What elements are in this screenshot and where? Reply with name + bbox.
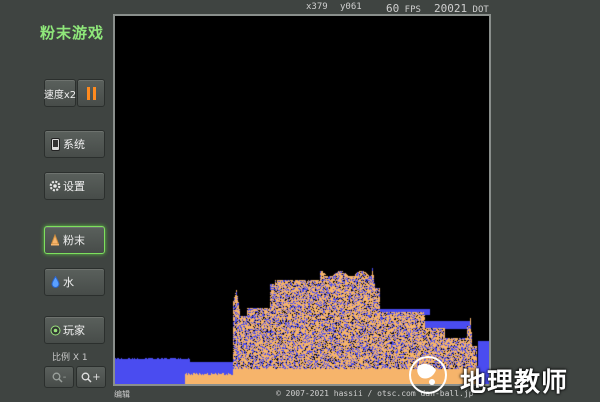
x-readout: x379 [306, 2, 328, 12]
gear-icon [49, 179, 61, 193]
pause-button[interactable] [77, 79, 105, 107]
player-button[interactable]: 玩家 [44, 316, 105, 344]
zoom-out-button[interactable]: - [44, 366, 74, 388]
pause-icon [86, 86, 96, 100]
system-label: 系统 [63, 138, 85, 151]
magnifier-minus-icon [52, 372, 63, 383]
powder-label: 粉末 [63, 234, 85, 247]
watermark-text: 地理教师 [460, 368, 569, 398]
player-icon [49, 323, 61, 337]
water-drop-icon [49, 275, 61, 289]
system-button[interactable]: 系统 [44, 130, 105, 158]
settings-button[interactable]: 设置 [44, 172, 105, 200]
speed-label: 速度x2 [43, 89, 77, 101]
edit-label[interactable]: 编辑 [114, 389, 130, 400]
bell-powder-icon [49, 233, 61, 247]
water-label: 水 [63, 276, 74, 289]
sidebar: 粉末游戏 速度x2 系统 设置 粉末 水 玩家 比例 X 1 - + [0, 0, 112, 400]
scale-label: 比例 X 1 [52, 353, 88, 363]
magnifier-plus-icon [81, 372, 92, 383]
speed-button[interactable]: 速度x2 [44, 79, 76, 107]
watermark-logo-icon [409, 356, 447, 394]
simulation-canvas[interactable] [115, 16, 489, 384]
zoom-out-label: - [62, 371, 67, 383]
simulation-canvas-frame[interactable] [113, 14, 491, 386]
watermark: 地理教师 [398, 352, 598, 398]
powder-button[interactable]: 粉末 [44, 226, 105, 254]
settings-label: 设置 [63, 180, 85, 193]
player-label: 玩家 [63, 324, 85, 337]
phone-icon [49, 137, 61, 151]
app-title: 粉末游戏 [40, 24, 105, 42]
water-button[interactable]: 水 [44, 268, 105, 296]
zoom-in-button[interactable]: + [76, 366, 106, 388]
y-readout: y061 [340, 2, 362, 12]
zoom-in-label: + [92, 371, 101, 383]
